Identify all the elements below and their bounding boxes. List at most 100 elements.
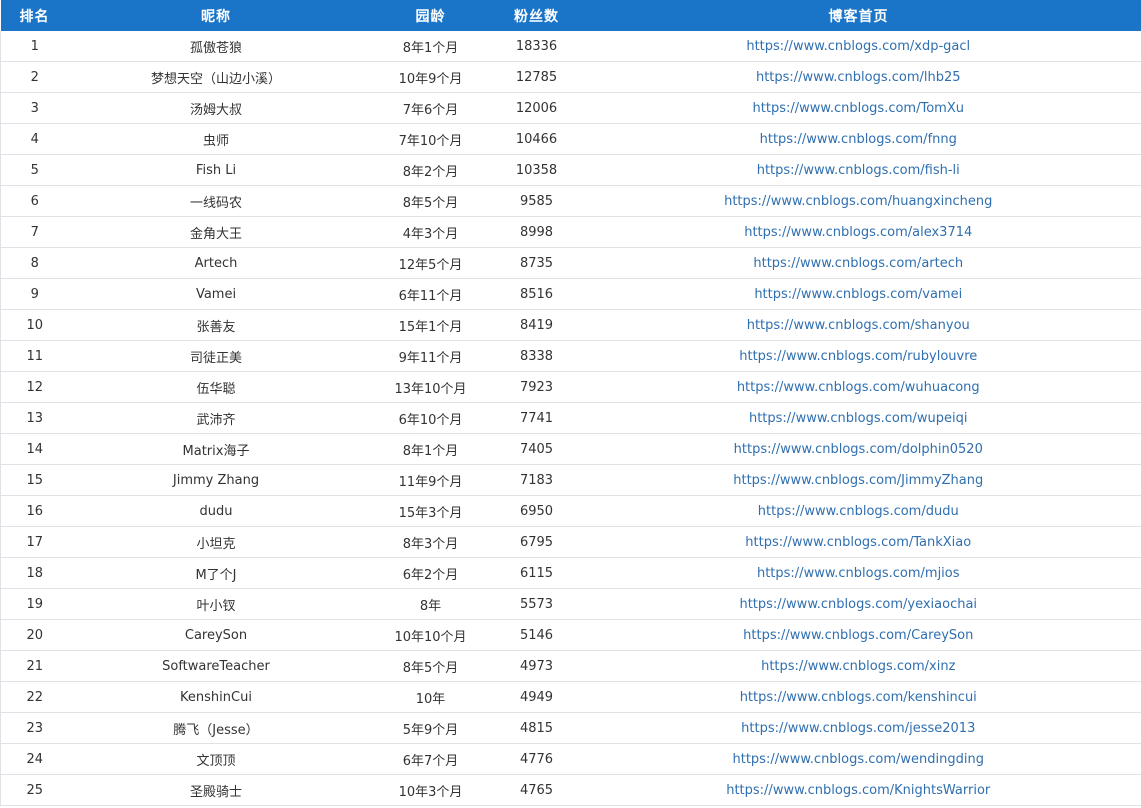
rank-cell: 1 [0,31,69,62]
name-cell: 虫师 [68,123,364,155]
table-row: 15 Jimmy Zhang 11年9个月 7183 https://www.cnblo… [0,464,1141,496]
name-cell: 伍华聪 [68,371,364,403]
table-header: 排名 昵称 园龄 粉丝数 博客首页 [0,0,1141,31]
table-body: 1 孤傲苍狼 8年1个月 18336 https://www.cnblogs.com/x… [0,31,1141,806]
name-cell: 梦想天空（山边小溪） [68,61,364,93]
rank-cell: 4 [0,123,69,155]
fans-cell: 8516 [497,278,576,310]
name-cell: M了个J [68,557,364,589]
fans-cell: 8735 [497,247,576,279]
table-row: 8 Artech 12年5个月 8735 https://www.cnblogs.com… [0,247,1141,279]
blog-link[interactable]: https://www.cnblogs.com/lhb25 [756,70,961,85]
url-cell: https://www.cnblogs.com/JimmyZhang [575,464,1141,496]
name-cell: 司徒正美 [68,340,364,372]
rank-cell: 16 [0,495,69,527]
rank-cell: 7 [0,216,69,248]
blog-link[interactable]: https://www.cnblogs.com/wendingding [732,752,984,767]
blog-link[interactable]: https://www.cnblogs.com/yexiaochai [739,597,977,612]
blog-link[interactable]: https://www.cnblogs.com/fish-li [757,163,960,178]
url-cell: https://www.cnblogs.com/dudu [575,495,1141,527]
name-cell: Vamei [68,278,364,310]
table-row: 12 伍华聪 13年10个月 7923 https://www.cnblogs.com/… [0,371,1141,403]
blog-link[interactable]: https://www.cnblogs.com/KnightsWarrior [726,783,990,798]
name-cell: CareySon [68,619,364,651]
blog-link[interactable]: https://www.cnblogs.com/TankXiao [745,535,971,550]
url-cell: https://www.cnblogs.com/fish-li [575,154,1141,186]
blog-link[interactable]: https://www.cnblogs.com/kenshincui [740,690,977,705]
url-cell: https://www.cnblogs.com/shanyou [575,309,1141,341]
fans-cell: 10466 [497,123,576,155]
url-cell: https://www.cnblogs.com/xinz [575,650,1141,682]
rank-cell: 14 [0,433,69,465]
table-row: 25 圣殿骑士 10年3个月 4765 https://www.cnblogs.com/… [0,774,1141,806]
blog-link[interactable]: https://www.cnblogs.com/wuhuacong [737,380,980,395]
table-row: 6 一线码农 8年5个月 9585 https://www.cnblogs.com/hu… [0,185,1141,217]
table-row: 7 金角大王 4年3个月 8998 https://www.cnblogs.com/al… [0,216,1141,248]
name-cell: 圣殿骑士 [68,774,364,806]
blog-link[interactable]: https://www.cnblogs.com/dolphin0520 [734,442,983,457]
fans-cell: 6795 [497,526,576,558]
blog-link[interactable]: https://www.cnblogs.com/fnng [760,132,957,147]
fans-cell: 7741 [497,402,576,434]
rank-cell: 11 [0,340,69,372]
age-cell: 8年5个月 [363,650,498,682]
age-cell: 8年1个月 [363,31,498,62]
url-cell: https://www.cnblogs.com/wupeiqi [575,402,1141,434]
table-row: 18 M了个J 6年2个月 6115 https://www.cnblogs.com/m… [0,557,1141,589]
blog-link[interactable]: https://www.cnblogs.com/artech [753,256,963,271]
blog-link[interactable]: https://www.cnblogs.com/vamei [754,287,962,302]
blog-link[interactable]: https://www.cnblogs.com/shanyou [747,318,970,333]
url-cell: https://www.cnblogs.com/CareySon [575,619,1141,651]
age-cell: 8年1个月 [363,433,498,465]
fans-cell: 8338 [497,340,576,372]
age-cell: 11年9个月 [363,464,498,496]
rank-cell: 21 [0,650,69,682]
url-cell: https://www.cnblogs.com/TomXu [575,92,1141,124]
table-row: 9 Vamei 6年11个月 8516 https://www.cnblogs.com/… [0,278,1141,310]
url-cell: https://www.cnblogs.com/wendingding [575,743,1141,775]
header-name: 昵称 [68,0,364,31]
url-cell: https://www.cnblogs.com/TankXiao [575,526,1141,558]
rank-cell: 5 [0,154,69,186]
name-cell: Jimmy Zhang [68,464,364,496]
table-row: 20 CareySon 10年10个月 5146 https://www.cnblogs… [0,619,1141,651]
url-cell: https://www.cnblogs.com/alex3714 [575,216,1141,248]
blog-link[interactable]: https://www.cnblogs.com/CareySon [743,628,973,643]
blog-link[interactable]: https://www.cnblogs.com/alex3714 [744,225,972,240]
url-cell: https://www.cnblogs.com/huangxincheng [575,185,1141,217]
blog-link[interactable]: https://www.cnblogs.com/huangxincheng [724,194,992,209]
name-cell: Matrix海子 [68,433,364,465]
blog-link[interactable]: https://www.cnblogs.com/xinz [761,659,955,674]
table-row: 13 武沛齐 6年10个月 7741 https://www.cnblogs.com/w… [0,402,1141,434]
url-cell: https://www.cnblogs.com/vamei [575,278,1141,310]
blog-link[interactable]: https://www.cnblogs.com/mjios [757,566,960,581]
blog-link[interactable]: https://www.cnblogs.com/xdp-gacl [746,39,970,54]
blog-link[interactable]: https://www.cnblogs.com/rubylouvre [739,349,977,364]
name-cell: dudu [68,495,364,527]
age-cell: 7年10个月 [363,123,498,155]
url-cell: https://www.cnblogs.com/yexiaochai [575,588,1141,620]
url-cell: https://www.cnblogs.com/artech [575,247,1141,279]
fans-cell: 18336 [497,31,576,62]
blog-link[interactable]: https://www.cnblogs.com/TomXu [753,101,964,116]
fans-cell: 8419 [497,309,576,341]
age-cell: 8年 [363,588,498,620]
fans-cell: 4765 [497,774,576,806]
blog-link[interactable]: https://www.cnblogs.com/wupeiqi [749,411,968,426]
blog-link[interactable]: https://www.cnblogs.com/jesse2013 [741,721,975,736]
name-cell: 金角大王 [68,216,364,248]
table-row: 24 文顶顶 6年7个月 4776 https://www.cnblogs.com/we… [0,743,1141,775]
fans-cell: 7923 [497,371,576,403]
blog-link[interactable]: https://www.cnblogs.com/dudu [758,504,959,519]
table-row: 5 Fish Li 8年2个月 10358 https://www.cnblogs.co… [0,154,1141,186]
blog-link[interactable]: https://www.cnblogs.com/JimmyZhang [733,473,983,488]
rank-cell: 15 [0,464,69,496]
name-cell: 文顶顶 [68,743,364,775]
age-cell: 10年10个月 [363,619,498,651]
name-cell: 一线码农 [68,185,364,217]
rank-cell: 22 [0,681,69,713]
table-row: 19 叶小钗 8年 5573 https://www.cnblogs.com/yexia… [0,588,1141,620]
table-row: 17 小坦克 8年3个月 6795 https://www.cnblogs.com/Ta… [0,526,1141,558]
fans-cell: 6950 [497,495,576,527]
rank-cell: 17 [0,526,69,558]
